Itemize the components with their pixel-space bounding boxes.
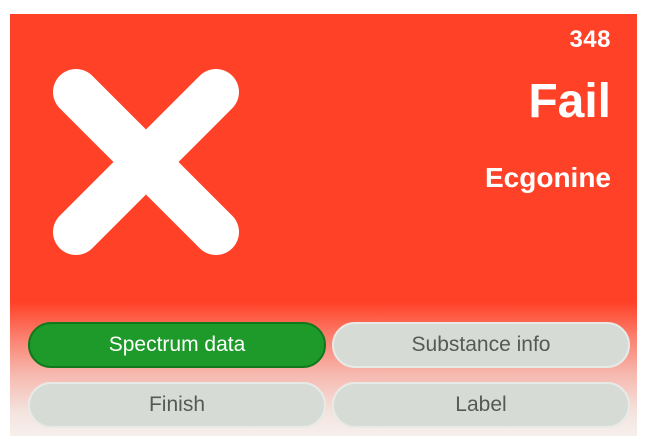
spectrum-data-button[interactable]: Spectrum data (28, 322, 326, 368)
spectrum-data-button-label: Spectrum data (108, 333, 246, 356)
substance-name: Ecgonine (484, 162, 611, 193)
result-status-title: Fail (528, 75, 611, 128)
finish-button-label: Finish (148, 393, 206, 416)
finish-button[interactable]: Finish (28, 382, 326, 428)
substance-info-button[interactable]: Substance info (332, 322, 630, 368)
x-mark-icon (53, 69, 239, 255)
result-screen: 348 Fail Ecgonine Spectrum data Substanc… (10, 14, 637, 436)
label-button[interactable]: Label (332, 382, 630, 428)
substance-info-button-label: Substance info (411, 333, 551, 356)
label-button-label: Label (455, 393, 507, 416)
result-counter: 348 (569, 26, 611, 53)
